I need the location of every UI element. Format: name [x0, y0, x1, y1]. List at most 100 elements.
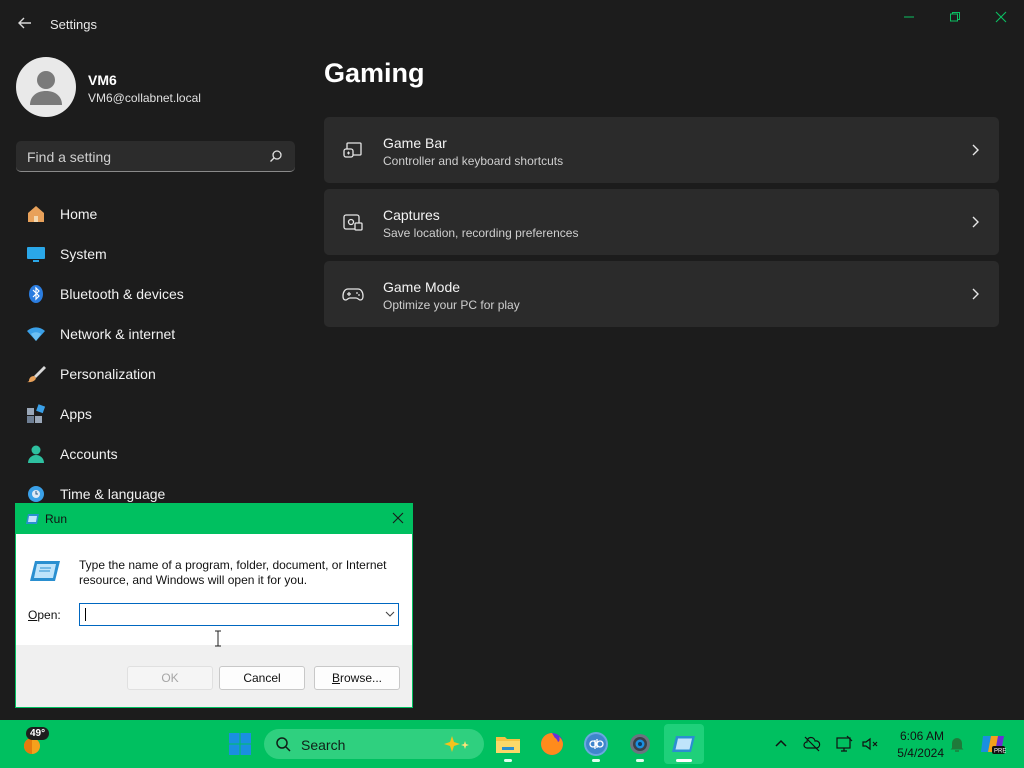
card-title: Captures: [383, 207, 440, 223]
user-silhouette-icon: [30, 71, 62, 105]
volume-muted-icon[interactable]: [861, 735, 879, 753]
sidebar-item-home[interactable]: Home: [16, 196, 295, 232]
settings-titlebar: Settings: [0, 0, 1024, 48]
sidebar-item-label: Apps: [60, 406, 92, 422]
search-icon: [270, 150, 282, 162]
browse-label-rest: rowse...: [340, 671, 383, 685]
sidebar-item-label: System: [60, 246, 107, 262]
taskbar-search-label: Search: [301, 737, 346, 753]
run-app-icon: [672, 736, 695, 752]
search-icon: [276, 737, 291, 752]
ok-button[interactable]: OK: [127, 666, 213, 690]
chevron-right-icon: [972, 216, 979, 228]
cancel-button[interactable]: Cancel: [219, 666, 305, 690]
folder-icon: [496, 737, 520, 753]
globe-clock-icon: [25, 483, 47, 505]
close-icon: [995, 11, 1007, 23]
sidebar-item-accounts[interactable]: Accounts: [16, 436, 295, 472]
clock-date: 5/4/2024: [897, 746, 944, 760]
sidebar-item-label: Home: [60, 206, 98, 222]
start-button[interactable]: [224, 728, 256, 760]
minimize-button[interactable]: [886, 6, 932, 28]
open-input[interactable]: [84, 605, 378, 626]
running-indicator: [504, 759, 512, 762]
cloud-offline-icon[interactable]: [803, 735, 821, 753]
game-mode-card[interactable]: Game Mode Optimize your PC for play: [324, 261, 999, 327]
person-icon: [25, 443, 47, 465]
text-caret: [85, 608, 86, 621]
chevron-right-icon: [972, 144, 979, 156]
apps-icon: [25, 403, 47, 425]
run-dialog: Run Type the name of a program, folder, …: [15, 503, 413, 708]
monitor-icon: [25, 243, 47, 265]
open-label: Open:: [28, 608, 61, 622]
capture-icon: [343, 214, 363, 231]
card-subtitle: Save location, recording preferences: [383, 226, 579, 240]
search-input[interactable]: [16, 141, 269, 173]
restore-button[interactable]: [932, 6, 978, 28]
profile-name: VM6: [88, 72, 117, 88]
open-combobox[interactable]: [79, 603, 399, 626]
brush-icon: [25, 363, 47, 385]
chevron-right-icon: [972, 288, 979, 300]
chevron-up-icon[interactable]: [772, 735, 790, 753]
back-arrow-icon: [18, 17, 31, 29]
browse-button[interactable]: Browse...: [314, 666, 400, 690]
gamepad-icon: [342, 288, 364, 301]
running-indicator: [592, 759, 600, 762]
open-label-accel: O: [28, 608, 38, 622]
run-titlebar[interactable]: Run: [16, 504, 412, 534]
card-title: Game Bar: [383, 135, 447, 151]
sidebar-item-label: Network & internet: [60, 326, 176, 342]
chevron-down-icon[interactable]: [385, 609, 395, 619]
network-monitor-icon[interactable]: [835, 735, 853, 753]
sidebar-item-bluetooth[interactable]: Bluetooth & devices: [16, 276, 295, 312]
run-body: Type the name of a program, folder, docu…: [16, 534, 412, 647]
wifi-icon: [25, 323, 47, 345]
active-indicator: [676, 759, 692, 762]
settings-search[interactable]: [16, 141, 295, 173]
qbittorrent-icon: [584, 732, 608, 756]
restore-icon: [950, 12, 960, 22]
run-app-icon: [26, 514, 39, 524]
svg-text:PRE: PRE: [994, 749, 1006, 755]
close-icon[interactable]: [390, 510, 406, 526]
open-label-rest: pen:: [37, 608, 61, 622]
sidebar-item-label: Personalization: [60, 366, 156, 382]
weather-temp: 49°: [26, 727, 50, 740]
gear-icon: [630, 734, 650, 754]
file-explorer-taskbar-button[interactable]: [492, 728, 524, 760]
windows-logo-icon: [229, 733, 251, 755]
sidebar-item-network[interactable]: Network & internet: [16, 316, 295, 352]
qbittorrent-taskbar-button[interactable]: [580, 728, 612, 760]
run-app-icon: [30, 561, 60, 581]
running-indicator: [636, 759, 644, 762]
sidebar-item-label: Time & language: [60, 486, 166, 502]
card-subtitle: Controller and keyboard shortcuts: [383, 154, 564, 168]
avatar[interactable]: [16, 57, 76, 117]
notification-bell-icon[interactable]: [948, 735, 966, 753]
run-taskbar-button[interactable]: [668, 728, 700, 760]
browse-label-accel: B: [331, 671, 340, 685]
sidebar-item-label: Bluetooth & devices: [60, 286, 184, 302]
settings-taskbar-button[interactable]: [624, 728, 656, 760]
taskbar: 49° Search 6:06 AM 5/4/2024 PRE: [0, 720, 1024, 768]
sidebar-item-label: Accounts: [60, 446, 118, 462]
firefox-taskbar-button[interactable]: [536, 728, 568, 760]
ibeam-cursor-icon: [215, 630, 221, 647]
sidebar-item-apps[interactable]: Apps: [16, 396, 295, 432]
game-bar-card[interactable]: Game Bar Controller and keyboard shortcu…: [324, 117, 999, 183]
sidebar-item-personalization[interactable]: Personalization: [16, 356, 295, 392]
bluetooth-icon: [25, 283, 47, 305]
page-title: Gaming: [324, 58, 425, 88]
card-subtitle: Optimize your PC for play: [383, 298, 520, 312]
back-button[interactable]: [14, 12, 36, 34]
captures-card[interactable]: Captures Save location, recording prefer…: [324, 189, 999, 255]
taskbar-search[interactable]: Search: [264, 729, 484, 759]
copilot-pre-icon[interactable]: PRE: [980, 732, 1006, 756]
clock-time: 6:06 AM: [899, 729, 944, 743]
close-button[interactable]: [978, 6, 1024, 28]
sidebar-item-system[interactable]: System: [16, 236, 295, 272]
run-description: Type the name of a program, folder, docu…: [79, 558, 387, 587]
firefox-icon: [541, 733, 563, 755]
